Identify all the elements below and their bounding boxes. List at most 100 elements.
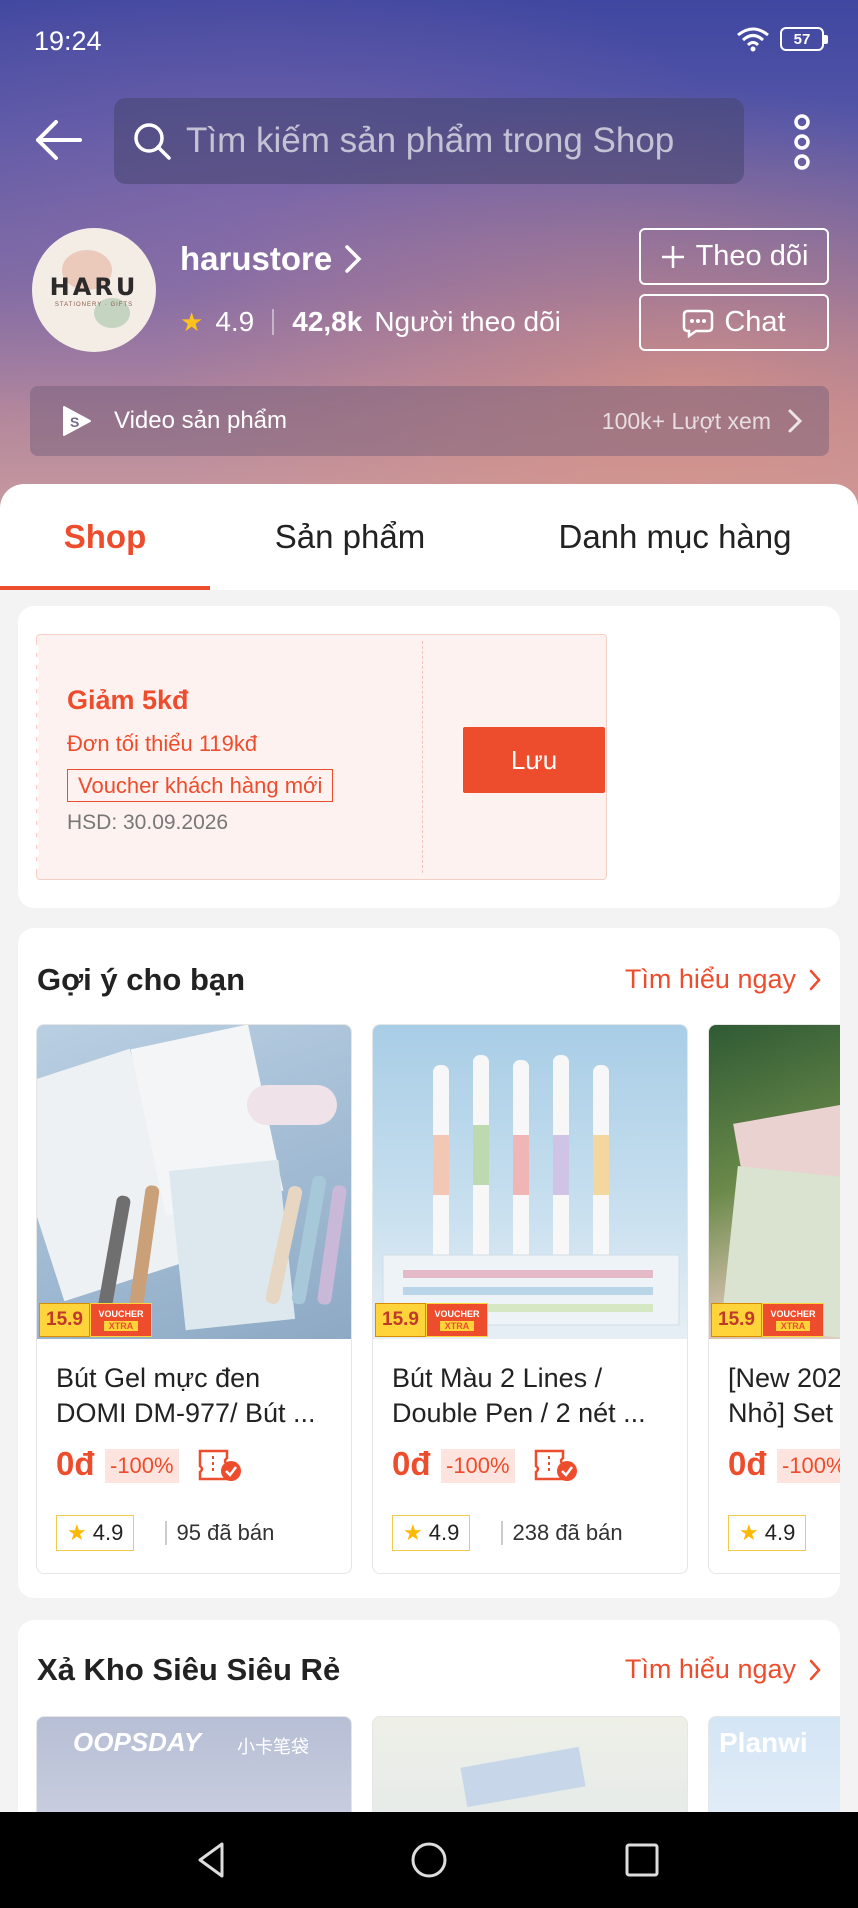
product-name: Bút Màu 2 Lines / Double Pen / 2 nét ...: [392, 1363, 646, 1428]
search-icon: [134, 123, 171, 160]
chevron-right-icon: [809, 1659, 821, 1680]
product-carousel: 15.9 VOUCHER XTRA Bút Gel mực đen DOMI DM…: [36, 1024, 840, 1574]
tab-products[interactable]: Sản phẩm: [232, 484, 468, 590]
plus-icon: [661, 245, 684, 268]
product-image: [37, 1025, 351, 1339]
product-price: 0đ: [56, 1445, 95, 1482]
voucher-expiry: HSD: 30.09.2026: [67, 811, 229, 834]
voucher-min-order: Đơn tối thiểu 119kđ: [67, 731, 258, 756]
badge-voucher-label: VOUCHER: [98, 1309, 144, 1319]
followers-label: Người theo dõi: [374, 306, 561, 337]
badge-xtra-label: XTRA: [103, 1321, 139, 1331]
learn-more-link[interactable]: Tìm hiểu ngay: [625, 1654, 822, 1685]
save-voucher-button[interactable]: Lưu: [463, 727, 605, 793]
followers-count: 42,8k: [292, 306, 363, 337]
wifi-icon: [737, 27, 769, 52]
badge-voucher-label: VOUCHER: [434, 1309, 480, 1319]
video-products-bar[interactable]: S Video sản phẩm 100k+ Lượt xem: [30, 386, 829, 456]
shop-logo-subtext: STATIONERY · GIFTS: [54, 301, 134, 308]
voucher-title: Giảm 5kđ: [67, 685, 189, 715]
badge-xtra: VOUCHER XTRA: [425, 1303, 488, 1337]
learn-more-link[interactable]: Tìm hiểu ngay: [625, 964, 822, 995]
battery-level: 57: [793, 30, 811, 48]
badge-price: 15.9: [711, 1303, 762, 1337]
more-options-icon[interactable]: [784, 112, 820, 172]
divider: [272, 309, 275, 335]
svg-text:S: S: [70, 414, 79, 430]
tab-shop[interactable]: Shop: [0, 484, 210, 590]
chevron-right-icon: [345, 245, 362, 273]
star-icon: ★: [403, 1520, 423, 1545]
rating-value: 4.9: [764, 1520, 796, 1545]
learn-more-label: Tìm hiểu ngay: [624, 1654, 796, 1684]
chat-button[interactable]: Chat: [639, 294, 829, 351]
product-card[interactable]: 15.9 VOUCHER XTRA Bút Màu 2 Lines / Doubl…: [372, 1024, 688, 1574]
voucher-ticket[interactable]: Giảm 5kđ Đơn tối thiểu 119kđ Voucher khá…: [35, 634, 607, 880]
suggest-section: Gợi ý cho bạn Tìm hiểu ngay 15.9 VOUCHER…: [18, 928, 840, 1598]
badge-voucher-label: VOUCHER: [770, 1309, 816, 1319]
discount-badge: -100%: [777, 1449, 840, 1483]
badge-price: 15.9: [375, 1303, 426, 1337]
discount-badge: -100%: [441, 1449, 515, 1483]
product-rating: ★ 4.9: [56, 1515, 135, 1551]
chevron-right-icon: [809, 969, 821, 990]
search-input[interactable]: [186, 121, 726, 161]
video-play-icon: S: [63, 406, 91, 436]
shop-name: harustore: [180, 240, 333, 277]
back-arrow-icon[interactable]: [30, 112, 86, 168]
video-views: 100k+ Lượt xem: [601, 407, 771, 434]
voucher-check-icon: [534, 1449, 577, 1481]
follow-button[interactable]: Theo dõi: [639, 228, 829, 285]
product-image: [709, 1025, 840, 1339]
voucher-divider: [422, 641, 423, 873]
shop-search-box[interactable]: [114, 98, 744, 184]
video-label: Video sản phẩm: [114, 407, 288, 434]
voucher-check-icon: [198, 1449, 241, 1481]
thumbnail-brand-text: OOPSDAY: [73, 1727, 202, 1757]
chat-bubble-icon: [683, 309, 714, 338]
product-name: Bút Gel mực đen DOMI DM-977/ Bút ...: [56, 1363, 316, 1428]
badge-xtra: VOUCHER XTRA: [761, 1303, 824, 1337]
voucher-tag: Voucher khách hàng mới: [67, 769, 334, 802]
shop-rating: 4.9: [215, 306, 255, 337]
follow-label: Theo dõi: [695, 240, 809, 272]
sold-count: 238 đã bán: [501, 1515, 623, 1551]
voucher-xtra-badge: 15.9 VOUCHER XTRA: [39, 1303, 152, 1337]
thumbnail-sub-text: 小卡笔袋: [237, 1737, 309, 1757]
product-price: 0đ: [728, 1445, 767, 1482]
nav-home-icon[interactable]: [405, 1836, 453, 1884]
product-card[interactable]: 15.9 VOUCHER XTRA [New 202 Nhỏ] Set 0đ -1…: [708, 1024, 840, 1574]
discount-badge: -100%: [105, 1449, 179, 1483]
rating-value: 4.9: [92, 1520, 124, 1545]
status-bar: 19:24 57: [0, 0, 858, 84]
product-card[interactable]: 15.9 VOUCHER XTRA Bút Gel mực đen DOMI DM…: [36, 1024, 352, 1574]
shop-tabs: Shop Sản phẩm Danh mục hàng: [0, 484, 858, 590]
star-icon: ★: [180, 306, 204, 337]
rating-value: 4.9: [428, 1520, 460, 1545]
status-time: 19:24: [34, 26, 102, 56]
voucher-xtra-badge: 15.9 VOUCHER XTRA: [375, 1303, 488, 1337]
nav-back-icon[interactable]: [188, 1836, 236, 1884]
sold-count: 95 đã bán: [165, 1515, 275, 1551]
product-image: [373, 1025, 687, 1339]
product-photo: [382, 1055, 680, 1326]
star-icon: ★: [67, 1520, 87, 1545]
chat-label: Chat: [724, 306, 786, 338]
voucher-xtra-badge: 15.9 VOUCHER XTRA: [711, 1303, 824, 1337]
product-rating: ★ 4.9: [728, 1515, 807, 1551]
product-name: [New 202 Nhỏ] Set: [728, 1363, 840, 1428]
section-title: Xả Kho Siêu Siêu Rẻ: [37, 1652, 341, 1687]
badge-xtra: VOUCHER XTRA: [89, 1303, 152, 1337]
product-price: 0đ: [392, 1445, 431, 1482]
tab-categories[interactable]: Danh mục hàng: [540, 484, 810, 590]
shop-name-link[interactable]: harustore: [180, 240, 362, 278]
tab-indicator: [0, 586, 210, 590]
badge-price: 15.9: [39, 1303, 90, 1337]
shop-logo-text: HARU: [49, 272, 139, 301]
shop-avatar[interactable]: HARU STATIONERY · GIFTS: [32, 228, 156, 352]
product-photo: [721, 1089, 840, 1339]
star-icon: ★: [739, 1520, 759, 1545]
nav-recents-icon[interactable]: [618, 1836, 666, 1884]
learn-more-label: Tìm hiểu ngay: [624, 964, 796, 994]
shop-header-background: 19:24 57 HARU STATIONERY · GIFTS: [0, 0, 858, 520]
